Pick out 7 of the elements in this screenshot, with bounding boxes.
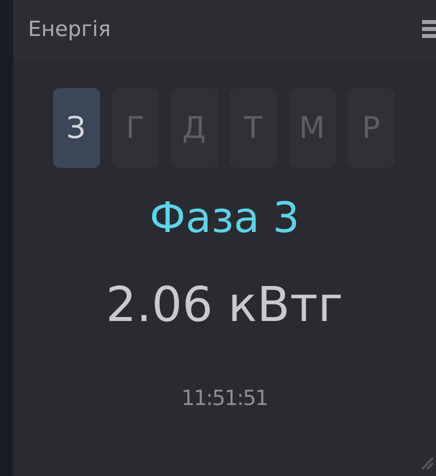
phase-tab[interactable]: З bbox=[52, 88, 100, 168]
resize-grip-icon[interactable] bbox=[420, 456, 434, 470]
timestamp: 11:51:51 bbox=[181, 385, 268, 412]
energy-value: 2.06 кВтг bbox=[106, 276, 344, 335]
widget-title: Енергія bbox=[28, 16, 111, 44]
menu-icon[interactable] bbox=[422, 18, 436, 40]
phase-label: Фаза 3 bbox=[149, 192, 300, 244]
